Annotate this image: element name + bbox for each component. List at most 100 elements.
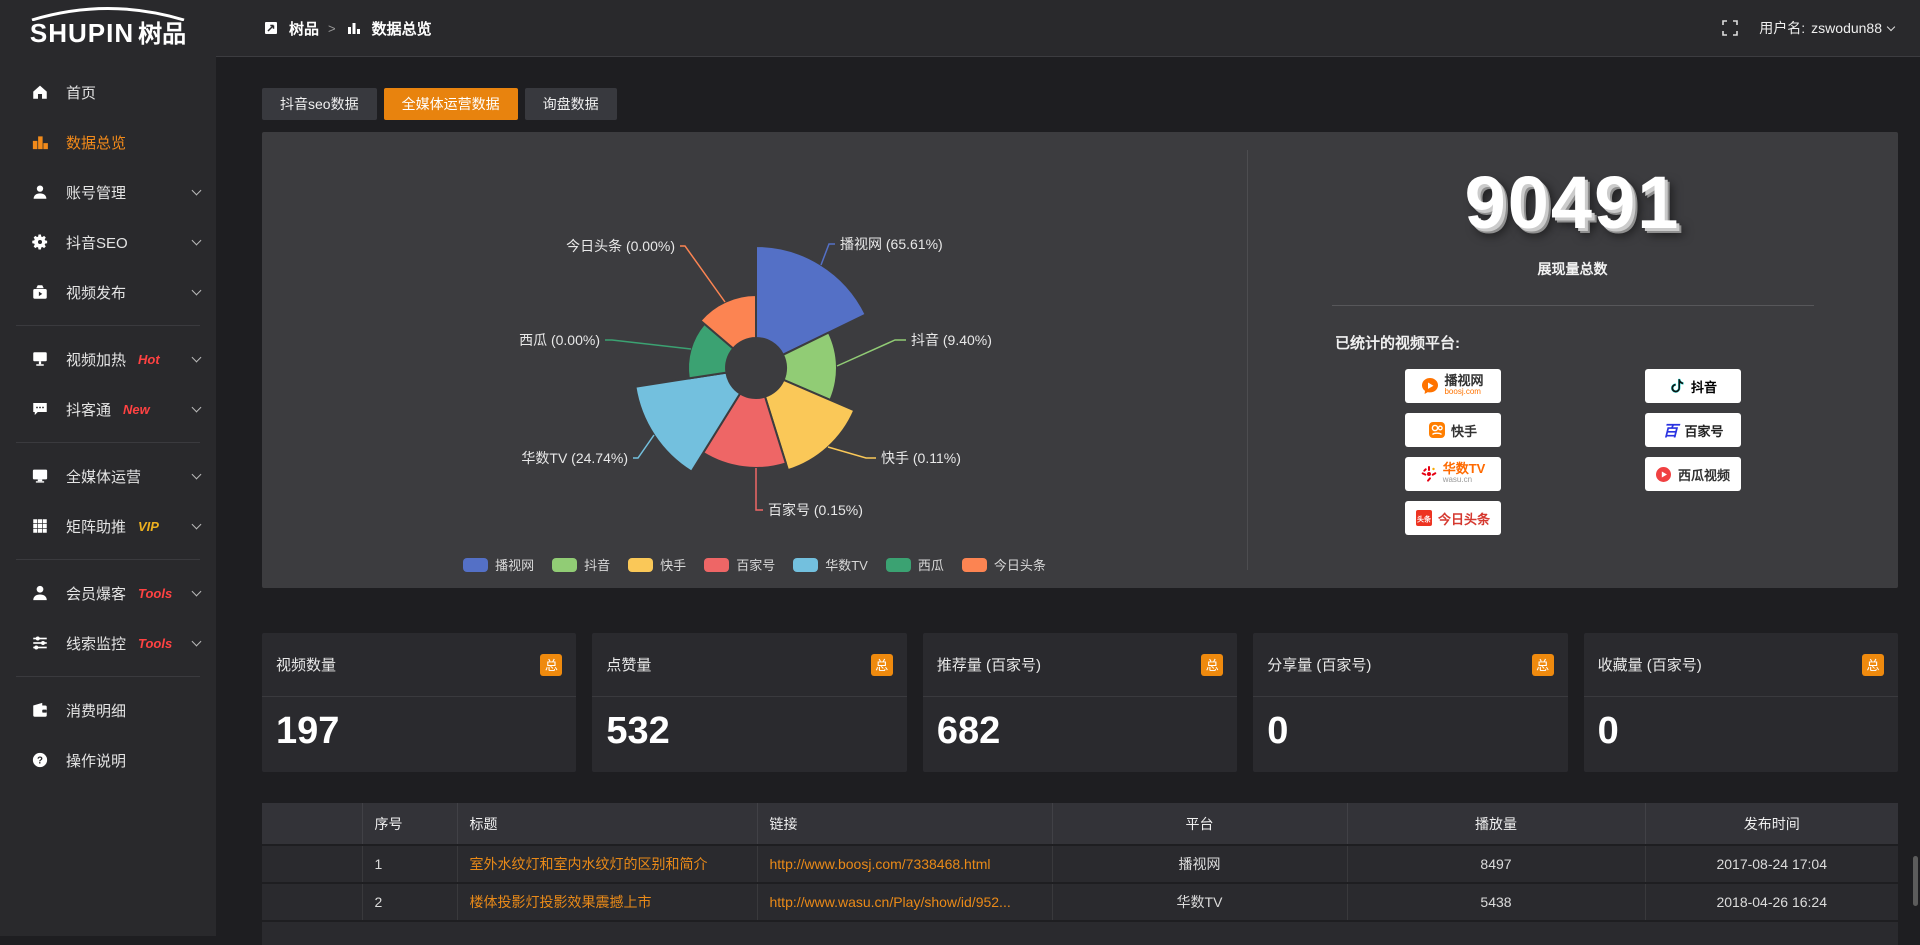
legend-item-2[interactable]: 快手 [628,555,686,574]
pie-legend: 播视网抖音快手百家号华数TV 西瓜今日头条 [262,555,1247,574]
col-header-5: 发布时间 [1645,803,1898,845]
stat-card-2: 推荐量 (百家号)总682 [923,633,1237,772]
topbar-right: 用户名: zswodun88 [1721,18,1894,38]
total-impressions-value: 90491 [1247,160,1898,245]
sidebar-item-label: 视频加热 [66,349,126,370]
platform-badge-baijiahao[interactable]: 百百家号 [1645,413,1741,447]
monitor-icon [30,466,50,486]
pie-label-line [680,246,725,302]
legend-item-6[interactable]: 今日头条 [962,555,1046,574]
stat-card-1: 点赞量 总 532 [592,633,906,772]
platform-name: 抖音 [1691,377,1717,396]
pie-label-line [605,340,691,349]
tab-1[interactable]: 全媒体运营数据 [384,88,518,120]
sidebar-item-grid[interactable]: 矩阵助推VIP [0,501,216,551]
stat-card-3: 分享量 (百家号)总0 [1253,633,1567,772]
legend-item-5[interactable]: 西瓜 [886,555,944,574]
platform-logo-grid: 播视网boosj.com 抖音快手 百百家号华数TVwasu.cn 西瓜视频头条今日头… [1373,369,1773,535]
row-plays: 8497 [1347,845,1645,883]
tab-label: 抖音seo数据 [280,94,359,114]
stat-card-title: 收藏量 (百家号) [1598,654,1702,675]
sidebar-item-badge: VIP [138,519,159,534]
chevron-down-icon [192,403,202,413]
pie-label: 抖音 (9.40%) [911,332,992,348]
stat-card-value: 532 [592,697,906,753]
user-icon [30,182,50,202]
wallet-icon [30,700,50,720]
platform-badge-toutiao[interactable]: 头条今日头条 [1405,501,1501,535]
sidebar-item-badge: Tools [138,586,172,601]
legend-item-1[interactable]: 抖音 [552,555,610,574]
platform-badge-wasu[interactable]: 华数TVwasu.cn [1405,457,1501,491]
sidebar-item-label: 全媒体运营 [66,466,141,487]
stat-card-title: 点赞量 [606,654,651,675]
user-menu[interactable]: 用户名: zswodun88 [1759,18,1894,38]
total-badge[interactable]: 总 [1532,654,1554,676]
row-no: 1 [362,845,457,883]
total-badge[interactable]: 总 [871,654,893,676]
row-title-link[interactable]: 室外水纹灯和室内水纹灯的区别和简介 [457,845,757,883]
sidebar-item-monitor[interactable]: 全媒体运营 [0,451,216,501]
stat-card-header: 点赞量 总 [592,633,906,697]
chevron-down-icon [192,353,202,363]
sidebar-item-chat[interactable]: 抖客通New [0,384,216,434]
pie-slice-0[interactable] [756,246,866,355]
tab-0[interactable]: 抖音seo数据 [262,88,377,120]
douyin-logo-icon [1668,377,1686,395]
total-badge[interactable]: 总 [540,654,562,676]
total-impressions-label: 展现量总数 [1247,259,1898,279]
sidebar-item-video[interactable]: 视频发布 [0,267,216,317]
total-badge[interactable]: 总 [1201,654,1223,676]
toutiao-logo-icon: 头条 [1415,509,1433,527]
legend-swatch [793,558,818,572]
row-url-link[interactable]: http://www.wasu.cn/Play/show/id/952... [757,883,1052,921]
sidebar-item-home[interactable]: 首页 [0,67,216,117]
pie-label: 今日头条 (0.00%) [566,238,675,254]
platform-subtext: wasu.cn [1443,474,1486,485]
total-badge[interactable]: 总 [1862,654,1884,676]
platform-badge-boosj[interactable]: 播视网boosj.com [1405,369,1501,403]
legend-item-0[interactable]: 播视网 [463,555,534,574]
platform-name: 播视网 [1444,375,1483,386]
row-url-link[interactable]: http://www.boosj.com/7338468.html [757,845,1052,883]
question-icon: ? [30,750,50,770]
pie-label: 华数TV (24.74%) [521,450,628,466]
baijiahao-logo-icon: 百 [1661,421,1679,439]
sidebar-item-label: 线索监控 [66,633,126,654]
sidebar-divider [16,325,200,326]
kuaishou-logo-icon [1428,421,1446,439]
chevron-down-icon [192,587,202,597]
app-logo[interactable]: SHUPIN 树品 [0,0,216,57]
stat-card-value: 0 [1584,697,1898,753]
scrollbar-thumb[interactable] [1913,856,1918,906]
sidebar-item-gear[interactable]: 抖音SEO [0,217,216,267]
stat-card-title: 分享量 (百家号) [1267,654,1371,675]
row-no: 2 [362,883,457,921]
breadcrumb-separator: > [328,21,336,36]
stat-card-value: 197 [262,697,576,753]
legend-item-4[interactable]: 华数TV [793,555,868,574]
platform-name: 今日头条 [1438,509,1490,528]
row-select-cell [262,845,362,883]
sidebar-item-bars[interactable]: 数据总览 [0,117,216,167]
legend-item-3[interactable]: 百家号 [704,555,775,574]
platform-badge-douyin[interactable]: 抖音 [1645,369,1741,403]
sidebar-item-label: 抖音SEO [66,232,128,253]
sidebar-item-sliders[interactable]: 线索监控Tools [0,618,216,668]
platform-badge-kuaishou[interactable]: 快手 [1405,413,1501,447]
sidebar-item-question[interactable]: ?操作说明 [0,735,216,785]
table-header-row: 序号标题链接平台播放量发布时间 [262,803,1898,845]
fullscreen-icon[interactable] [1721,19,1739,37]
row-title-link[interactable]: 楼体投影灯投影效果震撼上市 [457,883,757,921]
sidebar-item-wallet[interactable]: 消费明细 [0,685,216,735]
tab-2[interactable]: 询盘数据 [525,88,617,120]
grid-icon [30,516,50,536]
sidebar-item-screen[interactable]: 视频加热Hot [0,334,216,384]
platform-name: 百家号 [1684,421,1723,440]
sidebar-item-user[interactable]: 账号管理 [0,167,216,217]
home-icon [30,82,50,102]
sidebar-item-person[interactable]: 会员爆客Tools [0,568,216,618]
breadcrumb-item-home[interactable]: 树品 [289,18,319,39]
platform-badge-xigua[interactable]: 西瓜视频 [1645,457,1741,491]
summary-divider [1332,305,1814,306]
